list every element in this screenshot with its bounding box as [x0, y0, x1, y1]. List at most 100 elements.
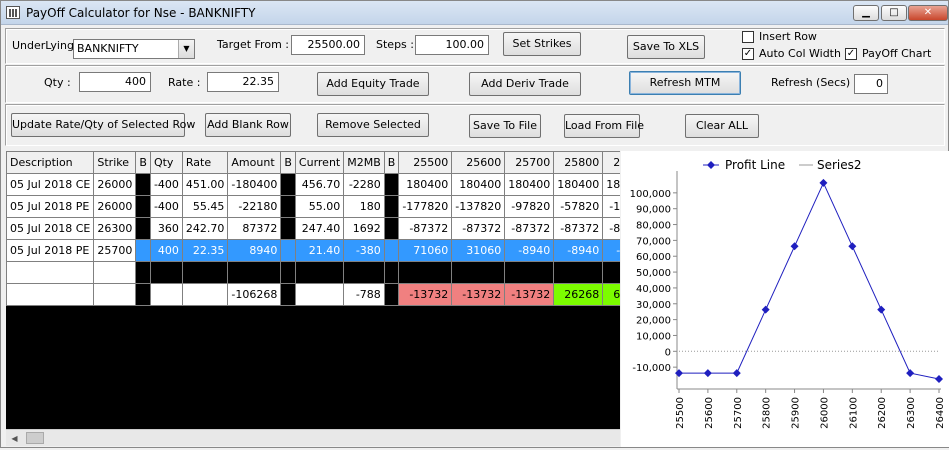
table-cell[interactable] [383, 195, 400, 218]
column-header[interactable]: Amount [227, 151, 282, 174]
table-cell[interactable]: 247.40 [294, 217, 345, 240]
table-row[interactable]: 05 Jul 2018 PE 26000 -400 55.45 -22180 55.00 1… [6, 195, 620, 218]
table-cell[interactable]: 05 Jul 2018 CE [6, 173, 95, 196]
add-equity-trade-button[interactable]: Add Equity Trade [317, 72, 429, 96]
column-header[interactable]: Qty [149, 151, 183, 174]
table-cell[interactable]: -17820 [602, 195, 620, 218]
column-header[interactable]: M2MB [343, 151, 385, 174]
table-cell[interactable]: -177820 [398, 195, 453, 218]
refresh-mtm-button[interactable]: Refresh MTM [629, 71, 741, 95]
payoff-chart-checkbox[interactable]: ✓ [845, 48, 857, 60]
rate-input[interactable]: 22.35 [207, 72, 279, 92]
table-cell[interactable]: -380 [343, 239, 385, 262]
column-header[interactable]: 25900 [602, 151, 620, 174]
table-row[interactable]: 05 Jul 2018 CE 26300 360 242.70 87372 247.40 1… [6, 217, 620, 240]
table-cell[interactable]: -87372 [553, 217, 604, 240]
table-cell[interactable] [227, 261, 282, 284]
table-cell[interactable]: -8940 [553, 239, 604, 262]
column-header[interactable]: 25800 [553, 151, 604, 174]
table-cell[interactable]: 180400 [553, 173, 604, 196]
table-cell[interactable]: -22180 [227, 195, 282, 218]
table-cell[interactable]: 400 [149, 239, 183, 262]
column-header[interactable]: 25500 [398, 151, 453, 174]
column-header[interactable]: B [135, 151, 151, 174]
add-blank-row-button[interactable]: Add Blank Row [205, 113, 291, 137]
table-cell[interactable]: -57820 [553, 195, 604, 218]
load-from-file-button[interactable]: Load From File [564, 114, 644, 138]
scroll-thumb[interactable] [26, 432, 44, 444]
insert-row-checkbox[interactable] [742, 31, 754, 43]
table-cell[interactable]: 87372 [227, 217, 282, 240]
table-cell[interactable]: 360 [149, 217, 183, 240]
blank-row[interactable] [6, 261, 620, 284]
table-cell[interactable]: -8940 [504, 239, 555, 262]
table-cell[interactable] [135, 239, 151, 262]
minimize-icon[interactable]: ▁ [853, 5, 879, 21]
table-cell[interactable]: 26000 [93, 173, 137, 196]
table-cell[interactable]: 180 [343, 195, 385, 218]
table-cell[interactable]: 456.70 [294, 173, 345, 196]
table-cell[interactable]: 31060 [451, 239, 506, 262]
qty-input[interactable]: 400 [79, 72, 151, 92]
table-cell[interactable] [398, 261, 453, 284]
clear-all-button[interactable]: Clear ALL [685, 114, 759, 138]
add-deriv-trade-button[interactable]: Add Deriv Trade [469, 72, 581, 96]
table-cell[interactable] [6, 261, 95, 284]
table-cell[interactable] [135, 195, 151, 218]
table-cell[interactable] [343, 261, 385, 284]
table-cell[interactable] [383, 173, 400, 196]
table-cell[interactable] [280, 261, 296, 284]
table-cell[interactable]: 25700 [93, 239, 137, 262]
table-cell[interactable] [280, 173, 296, 196]
remove-selected-button[interactable]: Remove Selected [317, 113, 429, 137]
column-header[interactable]: Current [294, 151, 345, 174]
table-cell[interactable]: 21.40 [294, 239, 345, 262]
table-cell[interactable]: -180400 [227, 173, 282, 196]
table-cell[interactable] [280, 217, 296, 240]
table-cell[interactable]: 180400 [504, 173, 555, 196]
table-cell[interactable] [294, 261, 345, 284]
table-cell[interactable]: 05 Jul 2018 PE [6, 195, 95, 218]
table-cell[interactable]: 180400 [451, 173, 506, 196]
table-cell[interactable] [602, 261, 620, 284]
column-header[interactable]: B [383, 151, 400, 174]
steps-input[interactable]: 100.00 [415, 35, 489, 55]
table-row[interactable]: 05 Jul 2018 CE 26000 -400 451.00 -180400 456.… [6, 173, 620, 196]
save-xls-button[interactable]: Save To XLS [627, 35, 705, 59]
underlying-select[interactable]: BANKNIFTY ▼ [73, 39, 195, 59]
column-header[interactable]: 25600 [451, 151, 506, 174]
refresh-secs-input[interactable]: 0 [854, 74, 888, 94]
table-cell[interactable]: 71060 [398, 239, 453, 262]
horizontal-scrollbar[interactable]: ◀ [6, 429, 620, 446]
table-cell[interactable]: -87372 [602, 217, 620, 240]
table-cell[interactable] [280, 195, 296, 218]
table-cell[interactable]: 180400 [602, 173, 620, 196]
table-cell[interactable]: -400 [149, 195, 183, 218]
table-cell[interactable]: 180400 [398, 173, 453, 196]
table-cell[interactable] [383, 239, 400, 262]
table-cell[interactable]: 55.45 [181, 195, 229, 218]
table-cell[interactable] [135, 173, 151, 196]
table-cell[interactable] [280, 239, 296, 262]
table-cell[interactable] [93, 261, 137, 284]
target-from-input[interactable]: 25500.00 [291, 35, 365, 55]
update-rate-qty-button[interactable]: Update Rate/Qty of Selected Row [11, 113, 195, 137]
table-cell[interactable] [383, 261, 400, 284]
table-cell[interactable] [135, 261, 151, 284]
table-cell[interactable]: -8940 [602, 239, 620, 262]
table-cell[interactable]: 451.00 [181, 173, 229, 196]
chevron-down-icon[interactable]: ▼ [178, 40, 194, 58]
table-cell[interactable] [149, 261, 183, 284]
table-cell[interactable] [135, 217, 151, 240]
table-cell[interactable]: -87372 [398, 217, 453, 240]
column-header[interactable]: Strike [93, 151, 137, 174]
table-cell[interactable]: 8940 [227, 239, 282, 262]
table-cell[interactable]: 05 Jul 2018 PE [6, 239, 95, 262]
table-cell[interactable]: 26000 [93, 195, 137, 218]
table-cell[interactable]: 26300 [93, 217, 137, 240]
column-header[interactable]: 25700 [504, 151, 555, 174]
table-cell[interactable]: -137820 [451, 195, 506, 218]
auto-col-width-checkbox[interactable]: ✓ [742, 48, 754, 60]
table-cell[interactable] [181, 261, 229, 284]
table-cell[interactable]: -87372 [451, 217, 506, 240]
